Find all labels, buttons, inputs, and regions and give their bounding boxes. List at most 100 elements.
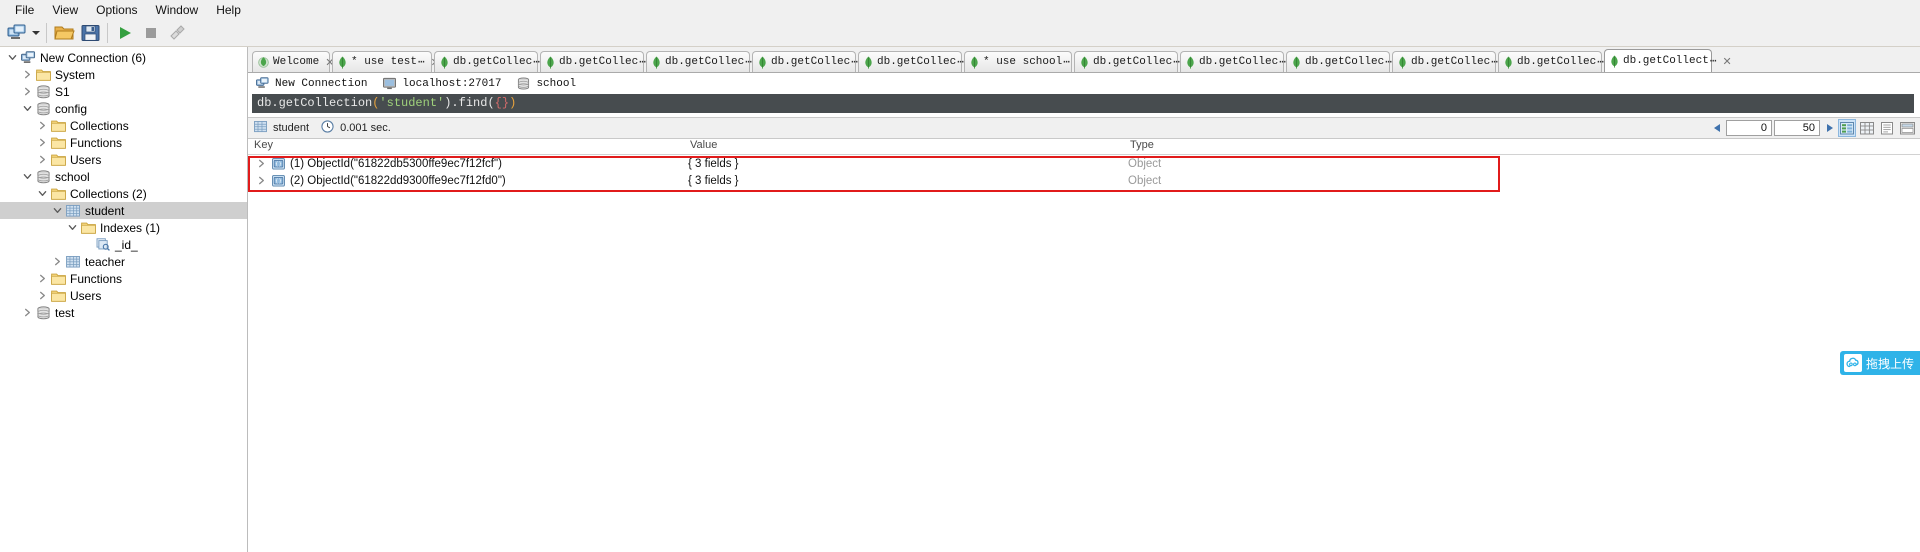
tab-7[interactable]: * use school⋯✕ xyxy=(964,51,1085,72)
menu-item-view[interactable]: View xyxy=(43,1,87,19)
tab-strip[interactable]: Welcome✕* use test⋯✕db.getCollec⋯✕db.get… xyxy=(248,47,1920,73)
tree-item-id[interactable]: _id_ xyxy=(0,236,247,253)
table-view-button[interactable] xyxy=(1858,119,1876,137)
tab-5[interactable]: db.getCollec⋯✕ xyxy=(752,51,873,72)
chevron-right-icon[interactable] xyxy=(252,159,270,168)
menu-item-options[interactable]: Options xyxy=(87,1,146,19)
tab-label: db.getCollec xyxy=(1199,56,1279,68)
result-grid[interactable]: Key Value Type {} (1) ObjectId("61822db53… xyxy=(248,139,1920,552)
folder-icon xyxy=(80,220,96,236)
mongo-leaf-icon xyxy=(546,56,555,69)
chevron-down-icon[interactable] xyxy=(19,100,35,117)
tree-item-collections-2[interactable]: Collections (2) xyxy=(0,185,247,202)
tree-view-button[interactable] xyxy=(1838,119,1856,137)
chevron-right-icon[interactable] xyxy=(34,270,50,287)
tree-item-indexes-1[interactable]: Indexes (1) xyxy=(0,219,247,236)
connect-button[interactable] xyxy=(4,21,30,45)
connect-dropdown[interactable] xyxy=(30,21,42,45)
tab-label: db.getCollec xyxy=(453,56,533,68)
execute-button[interactable] xyxy=(112,21,138,45)
chevron-right-icon[interactable] xyxy=(19,304,35,321)
breadcrumb-database[interactable]: school xyxy=(517,77,576,90)
breadcrumb-host[interactable]: localhost:27017 xyxy=(383,77,501,90)
chevron-down-icon[interactable] xyxy=(34,185,50,202)
skip-input[interactable]: 0 xyxy=(1726,120,1772,136)
tab-8[interactable]: db.getCollec⋯✕ xyxy=(1074,51,1195,72)
refresh-button[interactable] xyxy=(164,21,190,45)
mongo-leaf-icon xyxy=(758,56,767,69)
tab-12[interactable]: db.getCollec⋯✕ xyxy=(1498,51,1619,72)
tab-ellipsis: ⋯ xyxy=(1491,57,1498,69)
limit-input[interactable]: 50 xyxy=(1774,120,1820,136)
query-input[interactable]: db.getCollection('student').find({}) xyxy=(252,94,1914,113)
chevron-right-icon[interactable] xyxy=(34,134,50,151)
chevron-right-icon[interactable] xyxy=(49,253,65,270)
tab-4[interactable]: db.getCollec⋯✕ xyxy=(646,51,767,72)
chevron-right-icon[interactable] xyxy=(34,287,50,304)
server-connection-icon xyxy=(256,77,269,90)
query-close-paren: ) xyxy=(509,96,517,110)
menu-item-window[interactable]: Window xyxy=(147,1,208,19)
tree-item-s1[interactable]: S1 xyxy=(0,83,247,100)
tree-item-school[interactable]: school xyxy=(0,168,247,185)
tree-item-student[interactable]: student xyxy=(0,202,247,219)
tree-item-users[interactable]: Users xyxy=(0,287,247,304)
custom-view-button[interactable] xyxy=(1898,119,1916,137)
tab-2[interactable]: db.getCollec⋯✕ xyxy=(434,51,555,72)
save-button[interactable] xyxy=(77,21,103,45)
tree-item-label: New Connection (6) xyxy=(40,50,147,65)
tree-item-label: test xyxy=(55,305,75,320)
tree-item-config[interactable]: config xyxy=(0,100,247,117)
menu-item-file[interactable]: File xyxy=(6,1,43,19)
tree-item-collections[interactable]: Collections xyxy=(0,117,247,134)
grid-header-value[interactable]: Value xyxy=(688,139,1128,154)
chevron-down-icon[interactable] xyxy=(49,202,65,219)
tab-1[interactable]: * use test⋯✕ xyxy=(332,51,440,72)
chevron-right-icon[interactable] xyxy=(34,151,50,168)
grid-header-type[interactable]: Type xyxy=(1128,139,1920,154)
row-type-label: Object xyxy=(1128,157,1162,170)
chevron-right-icon[interactable] xyxy=(19,83,35,100)
folder-icon xyxy=(35,67,51,83)
upload-widget[interactable]: 拖拽上传 xyxy=(1839,351,1920,375)
tab-close-icon[interactable]: ✕ xyxy=(1722,55,1731,68)
database-explorer-sidebar[interactable]: New Connection (6) System S1 config Collecti… xyxy=(0,47,248,552)
prev-page-button[interactable] xyxy=(1710,120,1724,136)
tab-13-active[interactable]: db.getCollect ⋯ ✕ xyxy=(1604,49,1732,72)
chevron-right-icon[interactable] xyxy=(19,66,35,83)
tab-6[interactable]: db.getCollec⋯✕ xyxy=(858,51,979,72)
next-page-button[interactable] xyxy=(1822,120,1836,136)
tab-10[interactable]: db.getCollec⋯✕ xyxy=(1286,51,1407,72)
breadcrumb-connection[interactable]: New Connection xyxy=(256,77,367,90)
tree-item-test[interactable]: test xyxy=(0,304,247,321)
stop-button[interactable] xyxy=(138,21,164,45)
database-icon xyxy=(35,101,51,117)
mongo-leaf-icon xyxy=(970,56,979,69)
tab-11[interactable]: db.getCollec⋯✕ xyxy=(1392,51,1513,72)
chevron-down-icon[interactable] xyxy=(4,49,20,66)
table-row[interactable]: {} (1) ObjectId("61822db5300ffe9ec7f12fcf… xyxy=(248,155,1920,172)
chevron-down-icon[interactable] xyxy=(64,219,80,236)
tree-item-users[interactable]: Users xyxy=(0,151,247,168)
result-toolbar: student 0.001 sec. 0 50 xyxy=(248,117,1920,139)
tree-item-teacher[interactable]: teacher xyxy=(0,253,247,270)
table-row[interactable]: {} (2) ObjectId("61822dd9300ffe9ec7f12fd0… xyxy=(248,172,1920,189)
chevron-down-icon[interactable] xyxy=(19,168,35,185)
tree-item-system[interactable]: System xyxy=(0,66,247,83)
tree-item-functions[interactable]: Functions xyxy=(0,134,247,151)
open-button[interactable] xyxy=(51,21,77,45)
tree-item-functions[interactable]: Functions xyxy=(0,270,247,287)
tab-3[interactable]: db.getCollec⋯✕ xyxy=(540,51,661,72)
chevron-right-icon[interactable] xyxy=(252,176,270,185)
text-view-button[interactable] xyxy=(1878,119,1896,137)
grid-header-key[interactable]: Key xyxy=(248,139,688,154)
tree-item-new-connection-6[interactable]: New Connection (6) xyxy=(0,49,247,66)
tab-label: db.getCollect xyxy=(1623,55,1709,67)
index-icon xyxy=(95,237,111,253)
tab-9[interactable]: db.getCollec⋯✕ xyxy=(1180,51,1301,72)
database-icon xyxy=(517,77,530,90)
tab-0[interactable]: Welcome ✕ xyxy=(252,51,334,72)
menu-item-help[interactable]: Help xyxy=(207,1,250,19)
chevron-right-icon[interactable] xyxy=(34,117,50,134)
